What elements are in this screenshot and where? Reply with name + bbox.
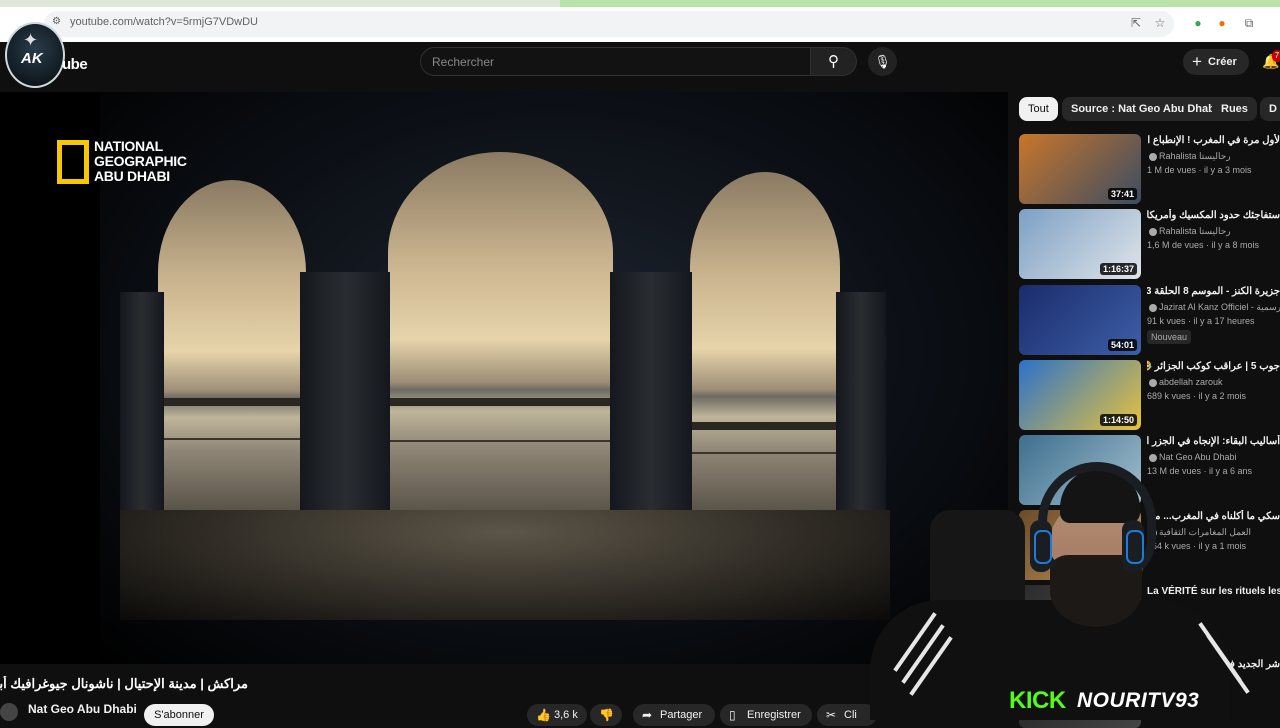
- recommendation-meta: 13 M de vues · il y a 6 ans: [1147, 466, 1253, 476]
- recommendation-meta: 1,6 M de vues · il y a 8 mois: [1147, 240, 1260, 250]
- recommendation-item[interactable]: 1:16:37 ستفاجئك حدود المكسيك وأمريكا !!mx…: [1019, 209, 1280, 279]
- verified-icon: [1149, 453, 1157, 462]
- recommendation-channel[interactable]: Jazirat Al Kanz Officiel - القناة الرسمي…: [1147, 302, 1280, 313]
- kick-logo: KICK: [1009, 687, 1066, 714]
- video-duration: 1:14:50: [1099, 414, 1137, 426]
- recommendation-channel[interactable]: abdellah zarouk: [1147, 377, 1280, 387]
- clip-label: Cli: [844, 709, 857, 721]
- notification-count: 7: [1272, 50, 1280, 62]
- recommendation-title[interactable]: جوب 5 | عراقب كوكب الجزائر 😂🤣: [1147, 360, 1280, 374]
- create-button[interactable]: + Créer: [1183, 49, 1249, 75]
- recommendation-title[interactable]: لأول مرة في المغرب ! الإنطباع الأول: [1147, 134, 1280, 148]
- video-thumbnail[interactable]: 37:41: [1019, 134, 1141, 204]
- recommendation-meta: 689 k vues · il y a 2 mois: [1147, 391, 1247, 401]
- recommendation-item[interactable]: 54:01 جزيرة الكنز - الموسم 8 الحلقة 3 كام…: [1019, 285, 1280, 355]
- recommendation-item[interactable]: 1:14:50 جوب 5 | عراقب كوكب الجزائر 😂🤣 abde…: [1019, 360, 1280, 430]
- verified-icon: [1149, 303, 1157, 312]
- recommendation-channel-name: Jazirat Al Kanz Officiel - القناة الرسمي…: [1159, 302, 1280, 312]
- puzzle-icon[interactable]: ⧉: [1242, 16, 1256, 30]
- recommendation-channel-name: العمل المغامرات الثقافية: [1159, 527, 1251, 537]
- video-duration: 37:41: [1107, 188, 1137, 200]
- recommendation-channel-name: abdellah zarouk: [1159, 377, 1223, 387]
- nat-geo-logo-icon: [57, 140, 89, 184]
- recommendation-channel[interactable]: Nat Geo Abu Dhabi: [1147, 452, 1280, 462]
- video-arch-right: [690, 172, 840, 512]
- url-text[interactable]: youtube.com/watch?v=5rmjG7VDwDU: [70, 16, 258, 28]
- recommendation-item[interactable]: 37:41 لأول مرة في المغرب ! الإنطباع الأول…: [1019, 134, 1280, 204]
- thumbs-down-icon: 👎: [599, 708, 614, 722]
- video-thumbnail[interactable]: 54:01: [1019, 285, 1141, 355]
- browser-toolbar: ⚙ youtube.com/watch?v=5rmjG7VDwDU ⇱ ☆ ● …: [0, 0, 1280, 42]
- recommendation-title[interactable]: جزيرة الكنز - الموسم 8 الحلقة 3 كاملة: [1147, 285, 1280, 299]
- install-icon[interactable]: ⇱: [1129, 16, 1143, 30]
- video-arch-center: [388, 152, 613, 512]
- create-label: Créer: [1208, 56, 1237, 68]
- chip-streets[interactable]: Rues: [1212, 97, 1257, 121]
- recommendation-meta: 1 M de vues · il y a 3 mois: [1147, 165, 1252, 175]
- verified-icon: [1149, 227, 1157, 236]
- recommendation-channel-name: Rahalista رحاليستا: [1159, 151, 1231, 161]
- recommendation-channel[interactable]: Rahalista رحاليستا: [1147, 151, 1280, 162]
- save-button[interactable]: ▯ Enregistrer: [720, 704, 812, 726]
- star-icon[interactable]: ☆: [1153, 16, 1167, 30]
- share-label: Partager: [660, 709, 703, 721]
- like-count: 3,6 k: [554, 709, 578, 721]
- verified-icon: [1149, 378, 1157, 387]
- channel-avatar[interactable]: [0, 703, 18, 721]
- video-duration: 1:16:37: [1099, 263, 1137, 275]
- video-floor: [120, 510, 890, 620]
- new-badge: Nouveau: [1147, 330, 1192, 344]
- tab-strip: [0, 0, 1280, 7]
- recommendation-channel[interactable]: Rahalista رحاليستا: [1147, 226, 1280, 237]
- recommendation-title[interactable]: La VÉRITÉ sur les rituels les plus extrê…: [1147, 585, 1280, 599]
- subscribe-button[interactable]: S'abonner: [144, 704, 214, 726]
- headset-earcup: [1122, 520, 1144, 572]
- extension-green-icon[interactable]: ●: [1191, 16, 1205, 30]
- search-button[interactable]: ⚲: [811, 47, 857, 76]
- scissors-icon: ✂: [826, 708, 837, 722]
- like-button[interactable]: 👍 3,6 k: [527, 704, 587, 726]
- recommendation-channel-name: Nat Geo Abu Dhabi: [1159, 452, 1237, 462]
- recommendation-meta: 664 k vues · il y a 1 mois: [1147, 541, 1247, 551]
- chip-source[interactable]: Source : Nat Geo Abu Dhabi: [1062, 97, 1227, 121]
- video-duration: 54:01: [1107, 339, 1137, 351]
- extension-orange-icon[interactable]: ●: [1215, 16, 1229, 30]
- recommendation-title[interactable]: ستفاجئك حدود المكسيك وأمريكا !!mx: [1147, 209, 1280, 223]
- save-label: Enregistrer: [747, 709, 801, 721]
- search-placeholder: Rechercher: [432, 55, 495, 69]
- nat-geo-watermark: NATIONAL GEOGRAPHIC ABU DHABI: [94, 138, 187, 184]
- channel-logo-badge: ✦ AK: [5, 22, 65, 88]
- chip-more[interactable]: D: [1260, 97, 1280, 121]
- recommendation-channel[interactable]: العمل المغامرات الثقافية: [1147, 527, 1280, 538]
- video-arch-left: [158, 180, 306, 510]
- recommendation-channel-name: Rahalista رحاليستا: [1159, 226, 1231, 236]
- recommendation-meta: 91 k vues · il y a 17 heures: [1147, 316, 1255, 326]
- chip-all[interactable]: Tout: [1019, 97, 1058, 121]
- site-info-icon[interactable]: ⚙: [52, 16, 64, 28]
- eagle-icon: ✦: [23, 30, 39, 50]
- bookmark-icon: ▯: [729, 708, 736, 722]
- plus-icon: +: [1192, 52, 1202, 71]
- share-button[interactable]: ➦ Partager: [633, 704, 715, 726]
- headset-earcup: [1030, 520, 1052, 572]
- microphone-icon: 🎙: [874, 54, 891, 69]
- logo-badge-text: AK: [21, 50, 43, 67]
- video-thumbnail[interactable]: 1:16:37: [1019, 209, 1141, 279]
- video-title: مراكش | مدينة الإحتيال | ناشونال جيوغراف…: [0, 676, 248, 691]
- share-icon: ➦: [642, 708, 653, 722]
- verified-icon: [1149, 152, 1157, 161]
- voice-search-button[interactable]: 🎙: [868, 47, 897, 76]
- thumbs-up-icon: 👍: [536, 708, 551, 722]
- channel-name[interactable]: Nat Geo Abu Dhabi: [28, 702, 137, 716]
- streamer-name: NOURITV93: [1077, 689, 1200, 712]
- video-thumbnail[interactable]: 1:14:50: [1019, 360, 1141, 430]
- search-icon: ⚲: [828, 53, 839, 70]
- dislike-button[interactable]: 👎: [590, 704, 622, 726]
- youtube-logo[interactable]: ube: [62, 56, 88, 73]
- clip-button[interactable]: ✂ Cli: [817, 704, 877, 726]
- recommendation-title[interactable]: أساليب البقاء: الإنجاه في الجزر النائية …: [1147, 435, 1280, 449]
- recommendation-title[interactable]: سكي ما أكلناه في المغرب... من فاس إلى مر…: [1147, 510, 1280, 524]
